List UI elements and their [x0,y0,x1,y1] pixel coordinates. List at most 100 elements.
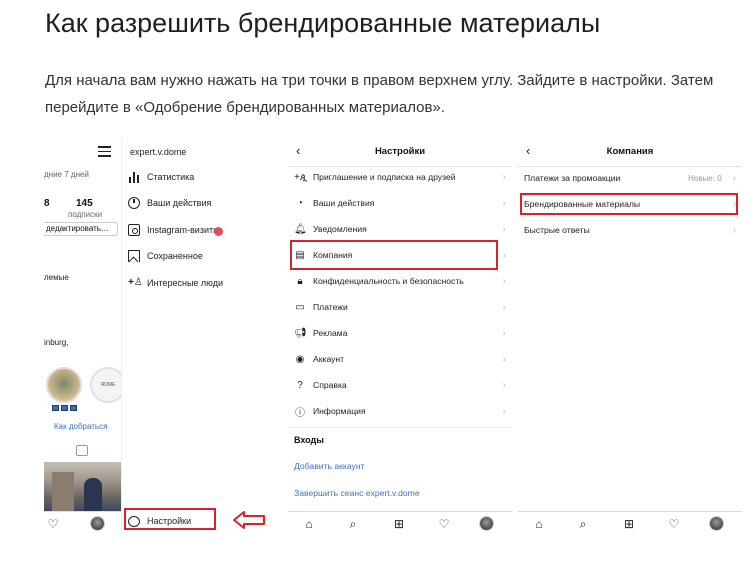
story-highlight-2[interactable]: ЯОМЕ [90,367,121,403]
drawer-item-label: Сохраненное [147,251,203,261]
drawer-item-discover-people[interactable]: +♙ Интересные люди [128,273,223,293]
screenshots-row: дние 7 дней 145 подписки 8 дедактировать… [44,137,744,537]
post-photo[interactable] [44,462,121,512]
chevron-right-icon: › [502,327,506,339]
heart-icon[interactable]: ♡ [437,517,451,531]
add-person-icon: +♙ [128,277,143,288]
flags-icons [52,405,77,411]
chevron-right-icon: › [502,301,506,313]
settings-item-label: Уведомления [313,224,367,234]
business-item-label: Быстрые ответы [524,225,590,235]
posts-count-partial: 8 [44,198,50,209]
settings-highlight-box [124,508,216,530]
drawer-item-label: Ваши действия [147,198,212,208]
business-item-promo-payments[interactable]: Платежи за промоакции Новые: 0 › [524,168,736,188]
new-post-icon[interactable]: ⊞ [622,517,636,531]
drawer-item-label: Статистика [147,172,195,182]
profile-drawer-screenshot: дние 7 дней 145 подписки 8 дедактировать… [44,137,280,535]
settings-item-about[interactable]: ⓘ Информация › [294,401,506,421]
business-item-label: Платежи за промоакции [524,173,621,183]
chevron-right-icon: › [502,249,506,261]
logins-section-title: Входы [294,435,324,445]
card-icon: ▭ [295,301,305,313]
profile-avatar-icon[interactable] [90,516,105,531]
nametag-icon [128,224,140,236]
new-count-badge: Новые: 0 [688,173,722,183]
chevron-right-icon: › [502,171,506,183]
profile-avatar-icon[interactable] [479,516,494,531]
home-icon[interactable]: ⌂ [532,517,546,531]
article-text: Для начала вам нужно нажать на три точки… [45,72,714,116]
highlights-label: лемые [44,273,69,282]
chevron-right-icon: › [502,353,506,365]
drawer-item-nametag[interactable]: Instagram-визитка [128,220,222,240]
settings-item-label: Реклама [313,328,348,338]
profile-avatar-icon[interactable] [709,516,724,531]
logout-link[interactable]: Завершить сеанс expert.v.dome [294,488,420,498]
chevron-right-icon: › [502,223,506,235]
settings-item-label: Ваши действия [313,198,375,208]
activity-clock-icon [128,197,140,209]
home-icon[interactable]: ⌂ [302,517,316,531]
settings-title: Настройки [374,146,426,157]
account-icon: ◉ [295,353,305,365]
branded-content-highlight-box [520,193,738,215]
bar-chart-icon [128,171,140,183]
article-title: Как разрешить брендированные материалы [45,8,601,38]
settings-item-privacy[interactable]: 🔒︎ Конфиденциальность и безопасность › [294,271,506,291]
drawer-item-saved[interactable]: Сохраненное [128,246,203,266]
edit-profile-button[interactable]: дедактировать… [44,222,118,236]
settings-item-label: Конфиденциальность и безопасность [313,276,464,286]
settings-item-payments[interactable]: ▭ Платежи › [294,297,506,317]
business-title: Компания [606,146,654,157]
search-icon[interactable]: ⌕ [576,517,590,531]
settings-header: ‹ Настройки [288,137,512,167]
new-post-icon[interactable]: ⊞ [392,517,406,531]
directions-link[interactable]: Как добраться [54,422,107,431]
hamburger-menu-icon[interactable] [98,146,111,157]
heart-icon[interactable]: ♡ [667,517,681,531]
drawer-item-label: Интересные люди [147,278,224,288]
activity-icon: ◔ [296,197,304,209]
bell-icon: 🔔︎ [294,223,307,235]
drawer-item-label: Instagram-визитка [147,225,223,235]
business-screenshot: ‹ Компания Платежи за промоакции Новые: … [518,137,742,535]
bottom-tab-bar: ⌂ ⌕ ⊞ ♡ [518,511,742,535]
settings-item-help[interactable]: ? Справка › [294,375,506,395]
days-text: дние 7 дней [44,170,89,179]
settings-item-follow-invite[interactable]: +ዺ Приглашение и подписка на друзей › [294,167,506,187]
tagged-icon[interactable] [76,445,88,456]
business-item-quick-replies[interactable]: Быстрые ответы › [524,220,736,240]
add-friend-icon: +ዺ [294,171,308,183]
drawer-username: expert.v.dome [130,147,187,157]
drawer-item-activity[interactable]: Ваши действия [128,193,211,213]
settings-item-ads[interactable]: 📢︎ Реклама › [294,323,506,343]
profile-partial: дние 7 дней 145 подписки 8 дедактировать… [44,137,122,535]
chevron-right-icon: › [502,379,506,391]
chevron-right-icon: › [502,275,506,287]
megaphone-icon: 📢︎ [294,327,307,339]
settings-screenshot: ‹ Настройки +ዺ Приглашение и подписка на… [288,137,512,535]
arrow-left-icon [233,511,265,529]
story-highlight-1[interactable] [46,367,82,403]
lock-icon: 🔒︎ [297,275,303,287]
chevron-right-icon: › [502,197,506,209]
search-icon[interactable]: ⌕ [346,517,360,531]
following-label: подписки [68,210,103,219]
settings-item-account[interactable]: ◉ Аккаунт › [294,349,506,369]
profile-bottom-bar: ♡ [44,511,121,535]
notification-dot [214,227,223,236]
heart-icon[interactable]: ♡ [46,517,60,531]
settings-item-label: Справка [313,380,347,390]
drawer-item-statistics[interactable]: Статистика [128,167,194,187]
add-account-link[interactable]: Добавить аккаунт [294,461,365,471]
chevron-right-icon: › [502,405,506,417]
settings-item-label: Приглашение и подписка на друзей [313,172,456,182]
bookmark-icon [128,250,140,262]
settings-item-activity[interactable]: ◔ Ваши действия › [294,193,506,213]
chevron-right-icon: › [732,172,736,184]
settings-item-label: Аккаунт [313,354,345,364]
divider [288,427,512,428]
settings-item-notifications[interactable]: 🔔︎ Уведомления › [294,219,506,239]
side-drawer: expert.v.dome Статистика Ваши действия I… [122,137,280,535]
